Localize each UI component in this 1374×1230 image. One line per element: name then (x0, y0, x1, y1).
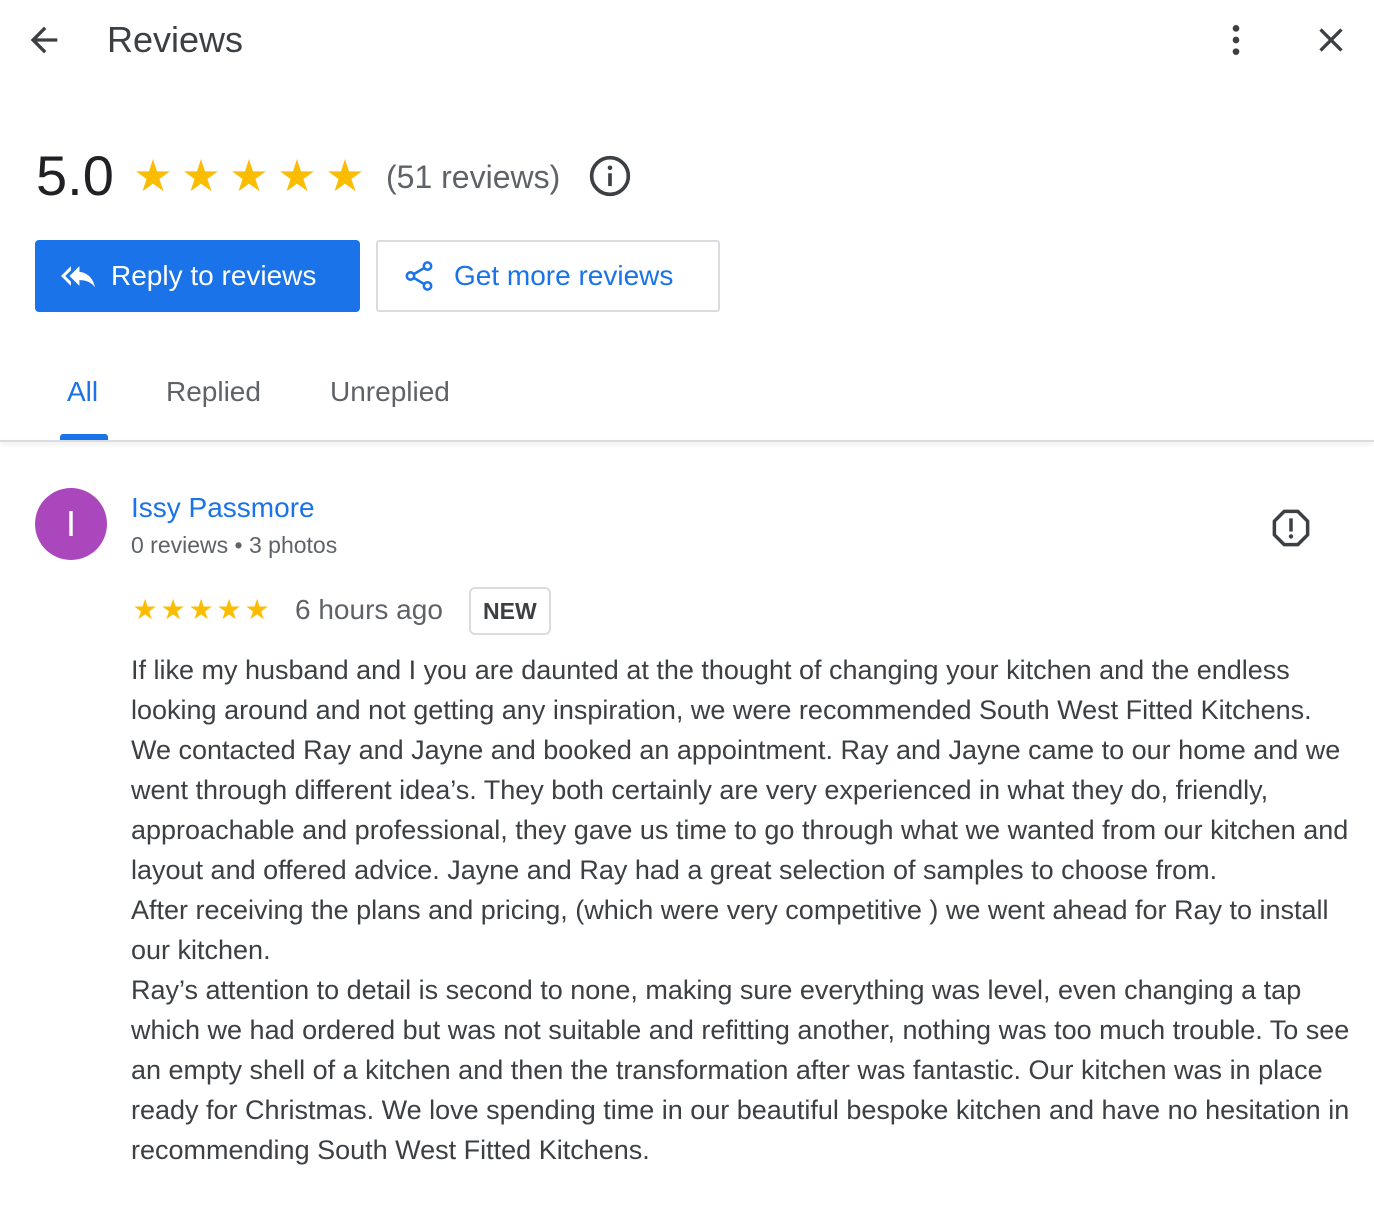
tab-unreplied[interactable]: Unreplied (330, 372, 450, 412)
review-text: If like my husband and I you are daunted… (131, 650, 1351, 1170)
tabs-divider (0, 440, 1374, 442)
star-icon: ★ (160, 594, 186, 625)
avatar[interactable]: I (35, 488, 107, 560)
get-more-reviews-button[interactable]: Get more reviews (376, 240, 720, 312)
summary-star-rating: ★ ★ ★ ★ ★ (130, 150, 368, 204)
average-rating: 5.0 (36, 144, 114, 207)
star-icon: ★ (216, 594, 242, 625)
more-options-button[interactable] (1210, 14, 1262, 66)
reply-to-reviews-label: Reply to reviews (111, 260, 317, 291)
tab-replied[interactable]: Replied (166, 372, 261, 412)
star-icon: ★ (325, 152, 365, 201)
star-icon: ★ (133, 152, 173, 201)
report-icon (1272, 509, 1310, 547)
close-icon (1319, 28, 1343, 52)
share-icon (405, 261, 433, 291)
tab-all[interactable]: All (67, 372, 98, 412)
back-button[interactable] (18, 14, 70, 66)
star-icon: ★ (132, 594, 158, 625)
review-time: 6 hours ago (295, 594, 443, 625)
arrow-left-icon (30, 26, 58, 54)
page-title: Reviews (107, 19, 244, 60)
star-icon: ★ (229, 152, 269, 201)
reviewer-name[interactable]: Issy Passmore (131, 490, 315, 526)
review-star-rating: ★ ★ ★ ★ ★ (131, 592, 271, 628)
reviewer-meta: 0 reviews • 3 photos (131, 532, 338, 558)
info-icon (589, 155, 631, 197)
get-more-reviews-label: Get more reviews (454, 260, 674, 291)
star-icon: ★ (181, 152, 221, 201)
more-vertical-icon (1232, 25, 1240, 55)
review-count: (51 reviews) (386, 159, 561, 195)
report-review-button[interactable] (1266, 503, 1316, 553)
info-button[interactable] (586, 152, 634, 200)
reply-to-reviews-button[interactable]: Reply to reviews (35, 240, 360, 312)
star-icon: ★ (244, 594, 270, 625)
star-icon: ★ (188, 594, 214, 625)
close-button[interactable] (1305, 14, 1357, 66)
review-paragraph: If like my husband and I you are daunted… (131, 655, 1349, 885)
new-badge: NEW (469, 587, 551, 635)
star-icon: ★ (277, 152, 317, 201)
reply-all-icon (61, 266, 95, 288)
review-paragraph: Ray’s attention to detail is second to n… (131, 975, 1350, 1165)
review-paragraph: After receiving the plans and pricing, (… (131, 895, 1329, 965)
